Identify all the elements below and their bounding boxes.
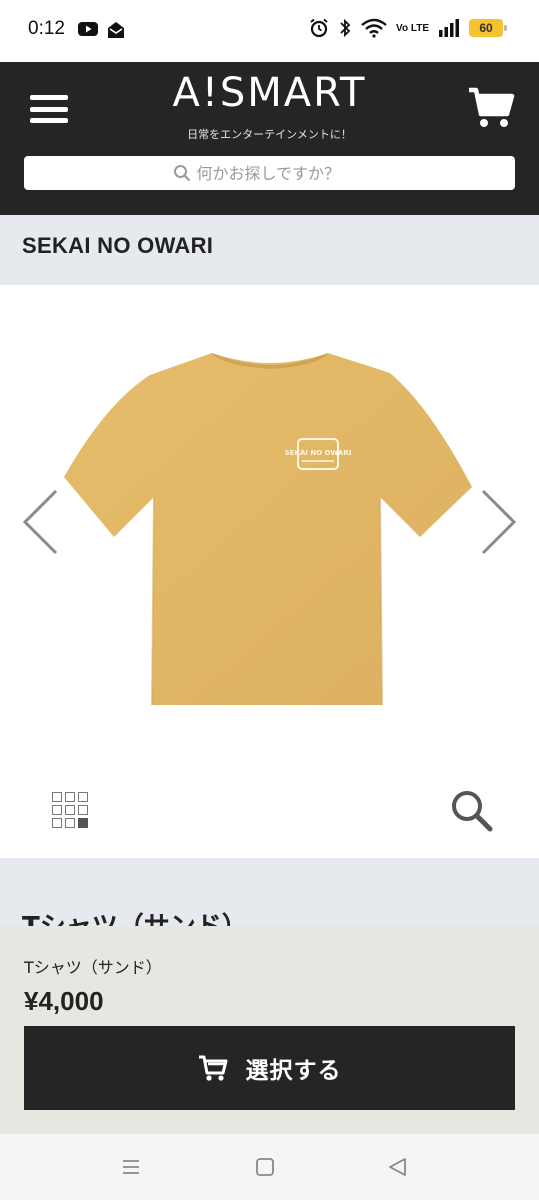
alarm-icon (310, 18, 328, 38)
home-square-icon (256, 1158, 274, 1176)
mail-icon (108, 22, 124, 38)
back-triangle-icon (389, 1158, 406, 1176)
cart-button[interactable] (467, 86, 515, 130)
grid-cell (65, 818, 75, 828)
home-button[interactable] (252, 1154, 278, 1180)
chevron-left-icon (22, 489, 58, 555)
youtube-icon (78, 22, 98, 36)
volte-indicator: Vo LTE (396, 22, 429, 34)
status-notification-icons (78, 21, 126, 39)
grid-cell (52, 805, 62, 815)
thumbnail-grid-button[interactable] (52, 792, 88, 828)
status-bar: 0:12 Vo LTE 60 (0, 0, 539, 62)
cart-icon (198, 1055, 227, 1081)
menu-line (30, 118, 68, 123)
previous-image-button[interactable] (20, 487, 60, 557)
grid-cell (78, 792, 88, 802)
bluetooth-icon (340, 18, 351, 38)
grid-cell (52, 792, 62, 802)
grid-cell (65, 805, 75, 815)
menu-lines-icon (123, 1160, 139, 1174)
print-text: SEKAI NO OWARI (285, 449, 352, 457)
product-image[interactable]: SEKAI NO OWARI (60, 347, 480, 715)
product-name: Tシャツ（サンド） (24, 958, 162, 977)
select-button[interactable]: 選択する (24, 1026, 515, 1110)
zoom-button[interactable] (449, 788, 493, 832)
cart-icon (469, 87, 515, 127)
magnifier-icon (452, 791, 493, 832)
signal-icon (439, 19, 459, 37)
product-title: Tシャツ（サンド） (22, 912, 248, 928)
next-image-button[interactable] (479, 487, 519, 557)
recents-button[interactable] (118, 1154, 144, 1180)
product-price: ¥4,000 (24, 986, 104, 1016)
status-system-icons: Vo LTE 60 (309, 18, 507, 38)
brand-bar: SEKAI NO OWARI (0, 215, 539, 285)
purchase-panel: Tシャツ（サンド） ¥4,000 選択する (0, 926, 539, 1134)
chevron-right-icon (481, 489, 517, 555)
search-input[interactable] (196, 163, 367, 183)
site-logo[interactable]: A!SMART (0, 70, 539, 116)
system-nav-bar (0, 1134, 539, 1200)
site-tagline: 日常をエンターテインメントに！ (187, 128, 352, 141)
grid-cell-active (78, 818, 88, 828)
grid-cell (78, 805, 88, 815)
battery-icon: 60 (469, 19, 507, 37)
grid-cell (65, 792, 75, 802)
select-button-label: 選択する (245, 1058, 342, 1084)
search-icon (173, 165, 190, 182)
grid-cell (52, 818, 62, 828)
site-header: A!SMART 日常をエンターテインメントに！ (0, 62, 539, 215)
brand-name[interactable]: SEKAI NO OWARI (22, 233, 213, 259)
status-time: 0:12 (28, 18, 65, 39)
wifi-icon (361, 18, 387, 38)
product-gallery: SEKAI NO OWARI (0, 285, 539, 858)
product-title-area: Tシャツ（サンド） (0, 858, 539, 928)
search-box[interactable] (24, 156, 515, 190)
back-button[interactable] (385, 1154, 411, 1180)
